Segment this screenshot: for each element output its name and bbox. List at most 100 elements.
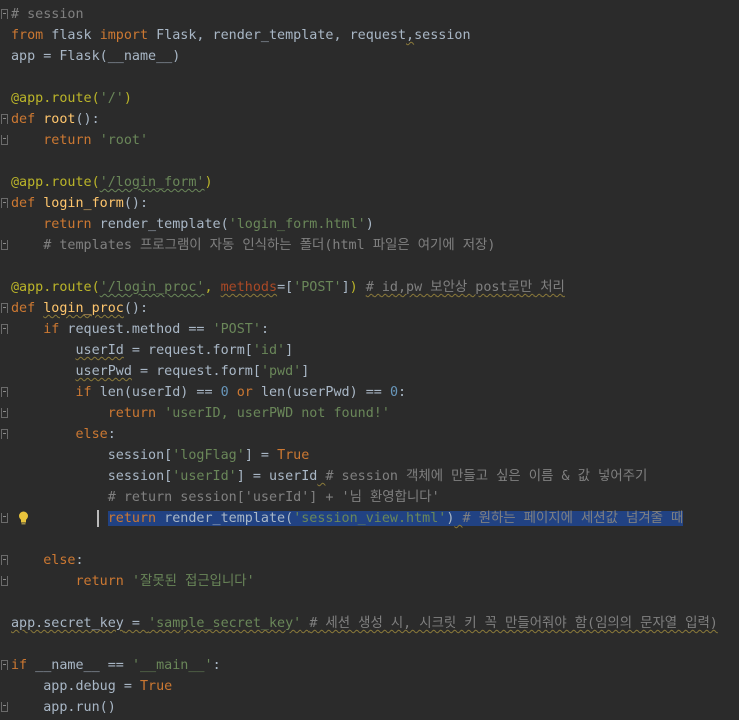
code-line[interactable]: # return session['userId'] + '님 환영합니다' [0, 487, 739, 508]
fold-collapse-icon[interactable] [1, 324, 8, 334]
code-line[interactable]: def root(): [0, 109, 739, 130]
code-token: return [43, 133, 92, 148]
code-line[interactable]: app.debug = True [0, 676, 739, 697]
code-text: session['logFlag'] = True [11, 445, 310, 466]
code-line[interactable]: @app.route('/login_proc', methods=['POST… [0, 277, 739, 298]
code-token: 0 [389, 385, 398, 400]
code-line[interactable]: if request.method == 'POST': [0, 319, 739, 340]
code-token: = [123, 616, 149, 631]
code-line[interactable]: from flask import Flask, render_template… [0, 25, 739, 46]
code-token: def [11, 112, 36, 127]
code-line[interactable] [0, 67, 739, 88]
code-token: flask [43, 28, 100, 43]
code-text: if len(userId) == 0 or len(userPwd) == 0… [11, 382, 407, 403]
code-token: from [11, 28, 44, 43]
code-token: userId [75, 343, 124, 358]
code-line[interactable]: return 'userID, userPWD not found!' [0, 403, 739, 424]
code-token: 'login_form.html' [228, 217, 366, 232]
code-line[interactable]: userId = request.form['id'] [0, 340, 739, 361]
code-text: def root(): [11, 109, 100, 130]
code-token: else [75, 427, 108, 442]
code-token: '/' [99, 91, 124, 106]
code-line[interactable]: session['userId'] = userId # session 객체에… [0, 466, 739, 487]
code-token: login_form [43, 196, 124, 211]
code-line[interactable]: return 'root' [0, 130, 739, 151]
code-line[interactable]: app = Flask(__name__) [0, 46, 739, 67]
code-token: def [11, 196, 36, 211]
code-token: : [212, 658, 221, 673]
code-line[interactable] [0, 151, 739, 172]
code-token: '__main__' [131, 658, 213, 673]
code-token: = request.form[ [123, 343, 253, 358]
code-text: return render_template('login_form.html'… [11, 214, 374, 235]
fold-end-icon[interactable] [1, 408, 8, 418]
code-line[interactable]: else: [0, 424, 739, 445]
code-line[interactable]: if __name__ == '__main__': [0, 655, 739, 676]
code-line[interactable] [0, 529, 739, 550]
code-token: 'root' [99, 133, 149, 148]
code-line[interactable]: # templates 프로그램이 자동 인식하는 폴더(html 파일은 여기… [0, 235, 739, 256]
code-token: render_template( [91, 217, 229, 232]
fold-end-icon[interactable] [1, 135, 8, 145]
code-line[interactable]: return '잘못된 접근입니다' [0, 571, 739, 592]
code-token: userPwd [75, 364, 132, 379]
fold-end-icon[interactable] [1, 702, 8, 712]
code-token: =[ [277, 280, 294, 295]
code-token: True [140, 679, 173, 694]
code-line[interactable]: # session [0, 4, 739, 25]
code-line[interactable] [0, 634, 739, 655]
code-token: if [11, 658, 28, 673]
code-line[interactable]: return render_template('login_form.html'… [0, 214, 739, 235]
code-line[interactable] [0, 592, 739, 613]
code-text: userId = request.form['id'] [11, 340, 294, 361]
code-token: (): [123, 196, 149, 211]
code-line[interactable] [0, 256, 739, 277]
code-text: # return session['userId'] + '님 환영합니다' [11, 487, 440, 508]
fold-collapse-icon[interactable] [1, 198, 8, 208]
code-token: : [398, 385, 407, 400]
fold-end-icon[interactable] [1, 513, 8, 523]
lightbulb-icon[interactable] [18, 511, 29, 525]
fold-collapse-icon[interactable] [1, 387, 8, 397]
text-caret [97, 510, 99, 527]
code-line[interactable]: else: [0, 550, 739, 571]
code-token: 'POST' [212, 322, 261, 337]
code-token: app = Flask(__name__) [11, 49, 181, 64]
fold-collapse-icon[interactable] [1, 114, 8, 124]
code-editor[interactable]: # session from flask import Flask, render… [0, 0, 739, 720]
code-line[interactable]: app.secret_key = 'sample_secret_key' # 세… [0, 613, 739, 634]
code-line[interactable]: userPwd = request.form['pwd'] [0, 361, 739, 382]
code-line[interactable]: @app.route('/') [0, 88, 739, 109]
code-line[interactable]: return render_template('session_view.htm… [0, 508, 739, 529]
code-line[interactable]: app.run() [0, 697, 739, 718]
code-token: return [43, 217, 92, 232]
code-line[interactable]: def login_form(): [0, 193, 739, 214]
fold-collapse-icon[interactable] [1, 303, 8, 313]
code-text: else: [11, 424, 116, 445]
code-token: (): [75, 112, 100, 127]
fold-collapse-icon[interactable] [1, 660, 8, 670]
fold-end-icon[interactable] [1, 576, 8, 586]
code-text: if __name__ == '__main__': [11, 655, 221, 676]
code-line[interactable]: @app.route('/login_form') [0, 172, 739, 193]
code-text: return '잘못된 접근입니다' [11, 571, 255, 592]
code-text: userPwd = request.form['pwd'] [11, 361, 310, 382]
code-token: if [43, 322, 60, 337]
fold-end-icon[interactable] [1, 240, 8, 250]
fold-collapse-icon[interactable] [1, 555, 8, 565]
code-token: login_proc [43, 301, 124, 316]
code-text: if request.method == 'POST': [11, 319, 269, 340]
code-text: return 'root' [11, 130, 148, 151]
fold-collapse-icon[interactable] [1, 429, 8, 439]
code-line[interactable]: def login_proc(): [0, 298, 739, 319]
code-token: # return session['userId'] + '님 환영합니다' [107, 490, 440, 505]
code-text: return 'userID, userPWD not found!' [11, 403, 390, 424]
fold-collapse-icon[interactable] [1, 9, 8, 19]
code-token: ) [123, 91, 132, 106]
code-line[interactable]: if len(userId) == 0 or len(userPwd) == 0… [0, 382, 739, 403]
code-line[interactable]: session['logFlag'] = True [0, 445, 739, 466]
